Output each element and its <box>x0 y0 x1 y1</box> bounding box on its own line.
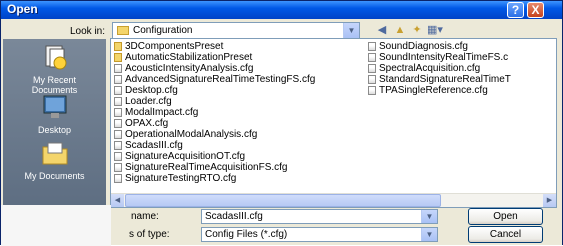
place-my-documents[interactable]: My Documents <box>3 139 106 181</box>
config-file-icon <box>368 42 376 51</box>
list-item[interactable]: SoundDiagnosis.cfg <box>368 41 511 52</box>
file-name-label: name: <box>131 211 159 222</box>
folder-icon <box>117 26 129 35</box>
list-item[interactable]: AcousticIntensityAnalysis.cfg <box>114 63 315 74</box>
place-label: Desktop <box>37 125 72 135</box>
list-item[interactable]: ScadasIII.cfg <box>114 140 315 151</box>
config-file-icon <box>114 141 122 150</box>
open-button[interactable]: Open <box>468 208 543 225</box>
blurred-region <box>1 205 111 246</box>
file-name: TPASingleReference.cfg <box>379 85 488 96</box>
list-item[interactable]: SpectralAcquisition.cfg <box>368 63 511 74</box>
place-label: My Documents <box>24 171 85 181</box>
list-item[interactable]: Loader.cfg <box>114 96 315 107</box>
scroll-right-icon[interactable]: ▶ <box>543 194 556 207</box>
file-name: SignatureRealTimeAcquisitionFS.cfg <box>125 162 288 173</box>
config-file-icon <box>368 64 376 73</box>
list-item[interactable]: SignatureTestingRTO.cfg <box>114 173 315 184</box>
config-file-icon <box>114 119 122 128</box>
file-name: 3DComponentsPreset <box>125 41 224 52</box>
my-documents-icon <box>42 142 67 165</box>
config-file-icon <box>368 86 376 95</box>
list-item[interactable]: TPASingleReference.cfg <box>368 85 511 96</box>
file-column-1: 3DComponentsPreset AutomaticStabilization… <box>114 41 315 184</box>
file-name: SoundIntensityRealTimeFS.c <box>379 52 509 63</box>
place-desktop[interactable]: Desktop <box>3 93 106 135</box>
file-name: OPAX.cfg <box>125 118 169 129</box>
file-list[interactable]: 3DComponentsPreset AutomaticStabilization… <box>110 38 557 208</box>
file-column-2: SoundDiagnosis.cfg SoundIntensityRealTime… <box>368 41 511 96</box>
file-name: AutomaticStabilizationPreset <box>125 52 253 63</box>
help-button[interactable]: ? <box>507 2 524 18</box>
file-type-value: Config Files (*.cfg) <box>205 229 288 240</box>
file-name: AdvancedSignatureRealTimeTestingFS.cfg <box>125 74 316 85</box>
list-item[interactable]: OPAX.cfg <box>114 118 315 129</box>
file-name: AcousticIntensityAnalysis.cfg <box>125 63 254 74</box>
config-file-icon <box>114 64 122 73</box>
horizontal-scrollbar[interactable]: ◀ ▶ <box>111 193 556 207</box>
list-item[interactable]: OperationalModalAnalysis.cfg <box>114 129 315 140</box>
chevron-down-icon[interactable]: ▼ <box>343 23 359 38</box>
config-file-icon <box>114 163 122 172</box>
config-file-icon <box>114 152 122 161</box>
config-file-icon <box>114 174 122 183</box>
look-in-value: Configuration <box>133 25 193 36</box>
place-label: My Recent <box>32 75 76 85</box>
file-name: Desktop.cfg <box>125 85 178 96</box>
file-name-value: ScadasIII.cfg <box>205 211 263 222</box>
file-name: Loader.cfg <box>125 96 172 107</box>
file-name: SignatureAcquisitionOT.cfg <box>125 151 246 162</box>
chevron-down-icon[interactable]: ▼ <box>421 210 437 223</box>
folder-icon <box>114 53 122 62</box>
folder-icon <box>114 42 122 51</box>
look-in-dropdown[interactable]: Configuration ▼ <box>112 22 360 39</box>
place-my-recent-documents[interactable]: My Recent Documents <box>3 43 106 95</box>
places-bar: My Recent Documents Desktop My Documents <box>3 39 106 205</box>
open-dialog: Open ? X Look in: Configuration ▼ ◀ ▲ ✦ … <box>0 0 563 246</box>
scrollbar-thumb[interactable] <box>125 194 441 207</box>
list-item[interactable]: StandardSignatureRealTimeT <box>368 74 511 85</box>
list-item[interactable]: ModalImpact.cfg <box>114 107 315 118</box>
list-item[interactable]: AutomaticStabilizationPreset <box>114 52 315 63</box>
list-item[interactable]: 3DComponentsPreset <box>114 41 315 52</box>
file-name-input[interactable]: ScadasIII.cfg ▼ <box>201 209 438 224</box>
list-item[interactable]: SignatureRealTimeAcquisitionFS.cfg <box>114 162 315 173</box>
up-folder-icon[interactable]: ▲ <box>392 23 408 37</box>
config-file-icon <box>368 75 376 84</box>
chevron-down-icon[interactable]: ▼ <box>421 228 437 241</box>
new-folder-icon[interactable]: ✦ <box>409 23 425 37</box>
list-item[interactable]: SoundIntensityRealTimeFS.c <box>368 52 511 63</box>
file-name: StandardSignatureRealTimeT <box>379 74 511 85</box>
file-name: SoundDiagnosis.cfg <box>379 41 468 52</box>
file-type-dropdown[interactable]: Config Files (*.cfg) ▼ <box>201 227 438 242</box>
file-name: OperationalModalAnalysis.cfg <box>125 129 258 140</box>
list-item[interactable]: SignatureAcquisitionOT.cfg <box>114 151 315 162</box>
list-item[interactable]: Desktop.cfg <box>114 85 315 96</box>
config-file-icon <box>368 53 376 62</box>
desktop-icon <box>43 95 66 118</box>
scroll-left-icon[interactable]: ◀ <box>111 194 124 207</box>
back-arrow-icon[interactable]: ◀ <box>374 23 390 37</box>
look-in-label: Look in: <box>70 26 106 37</box>
title-bar[interactable]: Open ? X <box>1 1 562 19</box>
recent-documents-icon <box>45 45 66 70</box>
config-file-icon <box>114 130 122 139</box>
file-name: ScadasIII.cfg <box>125 140 183 151</box>
window-title: Open <box>7 2 38 16</box>
views-menu-icon[interactable]: ▦▾ <box>426 23 444 37</box>
file-name: SpectralAcquisition.cfg <box>379 63 481 74</box>
list-item[interactable]: AdvancedSignatureRealTimeTestingFS.cfg <box>114 74 315 85</box>
config-file-icon <box>114 97 122 106</box>
config-file-icon <box>114 75 122 84</box>
close-button[interactable]: X <box>527 2 544 18</box>
file-name: ModalImpact.cfg <box>125 107 199 118</box>
cancel-button[interactable]: Cancel <box>468 226 543 243</box>
file-type-label: s of type: <box>129 229 170 240</box>
config-file-icon <box>114 86 122 95</box>
config-file-icon <box>114 108 122 117</box>
file-name: SignatureTestingRTO.cfg <box>125 173 237 184</box>
